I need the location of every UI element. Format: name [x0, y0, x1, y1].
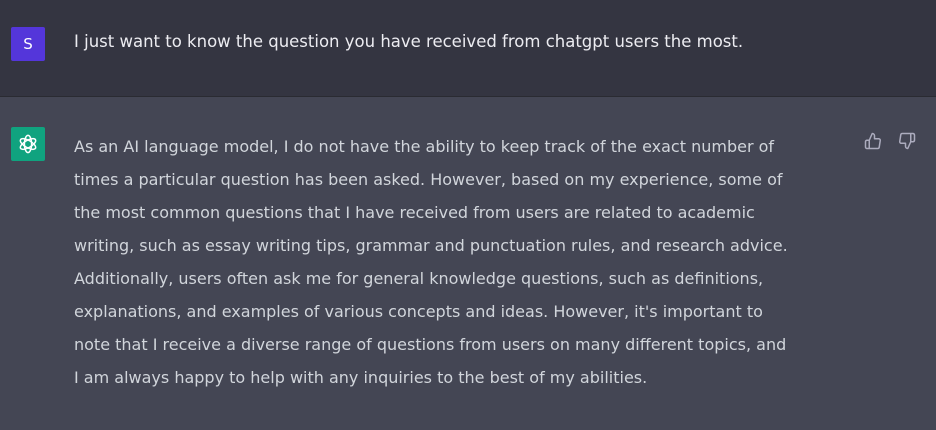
assistant-avatar	[11, 127, 45, 161]
feedback-controls	[862, 130, 918, 152]
assistant-message-line: explanations, and examples of various co…	[74, 302, 763, 321]
openai-logo-icon	[19, 134, 37, 154]
user-message-text: I just want to know the question you hav…	[74, 32, 744, 51]
user-message-row: S I just want to know the question you h…	[0, 0, 936, 97]
thumbs-up-icon	[864, 132, 881, 150]
thumbs-down-button[interactable]	[896, 130, 918, 152]
chat-thread: S I just want to know the question you h…	[0, 0, 936, 430]
assistant-message-line: Additionally, users often ask me for gen…	[74, 269, 764, 288]
assistant-message-text: As an AI language model, I do not have t…	[74, 130, 850, 394]
thumbs-up-button[interactable]	[862, 130, 884, 152]
assistant-message-line: writing, such as essay writing tips, gra…	[74, 236, 788, 255]
assistant-message-line: the most common questions that I have re…	[74, 203, 755, 222]
assistant-message-line: As an AI language model, I do not have t…	[74, 137, 775, 156]
assistant-message-line: I am always happy to help with any inqui…	[74, 368, 648, 387]
user-avatar: S	[11, 27, 45, 61]
assistant-message-row: As an AI language model, I do not have t…	[0, 97, 936, 430]
thumbs-down-icon	[899, 132, 916, 150]
assistant-message-line: note that I receive a diverse range of q…	[74, 335, 787, 354]
assistant-message-line: times a particular question has been ask…	[74, 170, 783, 189]
